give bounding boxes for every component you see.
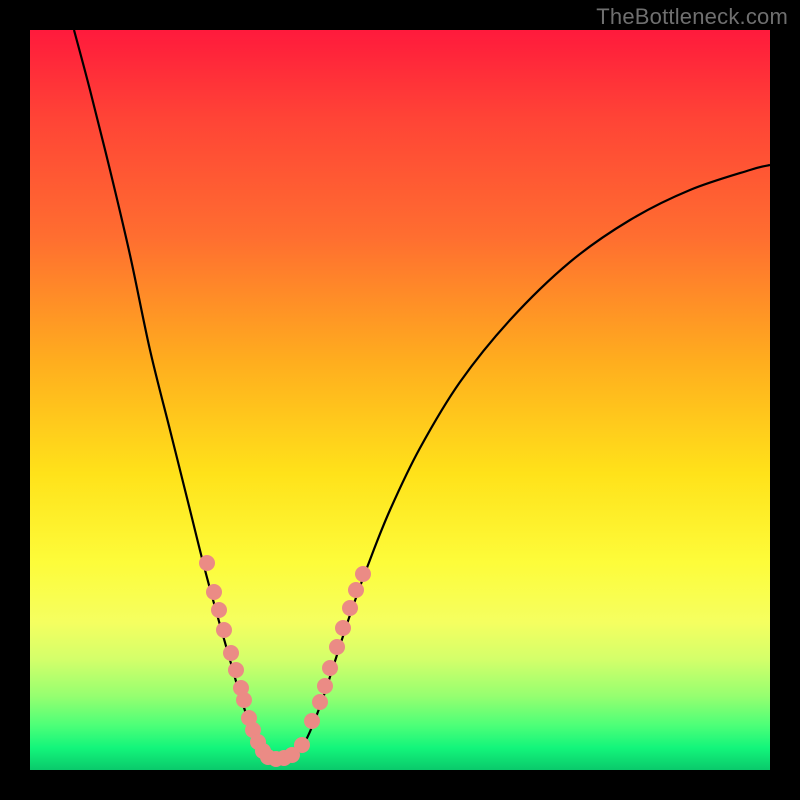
highlight-dot [317, 678, 333, 694]
highlight-dot [304, 713, 320, 729]
highlight-dot [312, 694, 328, 710]
highlight-dot [216, 622, 232, 638]
highlight-dot [294, 737, 310, 753]
highlight-dot [199, 555, 215, 571]
bottleneck-curve [74, 30, 770, 759]
chart-stage: TheBottleneck.com [0, 0, 800, 800]
watermark-text: TheBottleneck.com [596, 4, 788, 30]
highlight-dot [335, 620, 351, 636]
highlight-dot [206, 584, 222, 600]
chart-overlay-svg [30, 30, 770, 770]
highlight-dot [342, 600, 358, 616]
highlight-dot [236, 692, 252, 708]
highlight-dot [322, 660, 338, 676]
highlight-dots-group [199, 555, 371, 767]
highlight-dot [211, 602, 227, 618]
highlight-dot [228, 662, 244, 678]
highlight-dot [355, 566, 371, 582]
highlight-dot [223, 645, 239, 661]
highlight-dot [348, 582, 364, 598]
highlight-dot [329, 639, 345, 655]
